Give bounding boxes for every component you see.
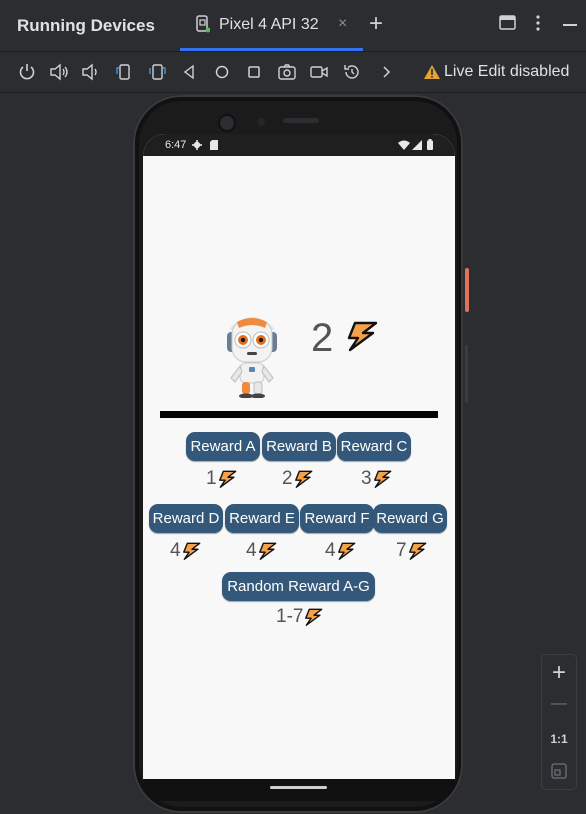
more-options-icon[interactable] [535, 14, 541, 32]
random-reward-button[interactable]: Random Reward A-G [222, 572, 375, 601]
lightning-bolt-icon [305, 608, 323, 626]
zoom-in-button[interactable]: + [542, 659, 576, 687]
lightning-bolt-icon [294, 470, 312, 488]
reset-icon[interactable] [342, 62, 362, 82]
panel-title: Running Devices [17, 16, 155, 35]
power-icon[interactable] [17, 62, 37, 82]
lightning-bolt-icon [337, 542, 355, 560]
more-chevron-icon[interactable] [376, 62, 396, 82]
reward-e-cost: 4 [246, 540, 278, 562]
lightning-bolt-icon [373, 470, 391, 488]
lightning-bolt-icon [258, 542, 276, 560]
home-icon[interactable] [212, 62, 232, 82]
reward-f-cost: 4 [325, 540, 357, 562]
warning-icon [424, 65, 440, 79]
android-status-bar: 6:47 [143, 134, 455, 156]
tab-pixel-4-api-32[interactable]: Pixel 4 API 32 × [180, 0, 363, 51]
device-screen[interactable]: 6:47 2 Reward A Reward B Reward C 1 2 3 … [143, 134, 455, 779]
tool-window-header: Running Devices Pixel 4 API 32 × + [0, 0, 586, 52]
close-tab-icon[interactable]: × [338, 15, 347, 33]
device-toolbar: Live Edit disabled [0, 52, 586, 93]
screenshot-icon[interactable] [277, 62, 297, 82]
energy-count: 2 [311, 316, 334, 360]
divider [160, 411, 438, 418]
reward-g-button[interactable]: Reward G [373, 504, 447, 533]
zoom-out-button[interactable]: — [542, 695, 576, 713]
reward-d-cost: 4 [170, 540, 202, 562]
reward-d-button[interactable]: Reward D [149, 504, 223, 533]
battery-icon [427, 139, 433, 150]
reward-e-button[interactable]: Reward E [225, 504, 299, 533]
volume-side-button[interactable] [465, 345, 468, 403]
lightning-bolt-icon [408, 542, 426, 560]
sd-card-icon [210, 140, 218, 150]
live-edit-status[interactable]: Live Edit disabled [423, 63, 569, 81]
minimize-icon[interactable] [563, 24, 577, 27]
actual-size-button[interactable]: 1:1 [542, 732, 576, 746]
live-edit-label: Live Edit disabled [444, 63, 570, 80]
signal-icon [412, 140, 422, 150]
reward-c-cost: 3 [361, 468, 393, 490]
volume-up-icon[interactable] [49, 62, 69, 82]
status-time: 6:47 [165, 139, 187, 151]
settings-gear-icon [192, 140, 202, 150]
fit-screen-icon[interactable] [551, 763, 567, 779]
rotate-left-icon[interactable] [114, 62, 134, 82]
tab-label: Pixel 4 API 32 [219, 16, 319, 33]
robot-mascot-image [227, 317, 277, 398]
window-layout-icon[interactable] [499, 14, 516, 31]
lightning-bolt-icon [218, 470, 236, 488]
reward-a-button[interactable]: Reward A [186, 432, 260, 461]
overview-icon[interactable] [244, 62, 264, 82]
rotate-right-icon[interactable] [148, 62, 168, 82]
reward-a-cost: 1 [206, 468, 238, 490]
gesture-handle[interactable] [270, 786, 327, 789]
sensor [257, 118, 265, 126]
reward-c-button[interactable]: Reward C [337, 432, 411, 461]
active-tab-indicator [180, 48, 363, 51]
random-reward-cost: 1-7 [276, 606, 324, 628]
reward-b-button[interactable]: Reward B [262, 432, 336, 461]
back-icon[interactable] [180, 62, 200, 82]
android-nav-bar [143, 779, 455, 801]
power-side-button[interactable] [465, 268, 469, 312]
volume-down-icon[interactable] [80, 62, 100, 82]
reward-f-button[interactable]: Reward F [300, 504, 374, 533]
lightning-bolt-icon [182, 542, 200, 560]
new-tab-button[interactable]: + [369, 10, 383, 38]
screen-record-icon[interactable] [309, 62, 329, 82]
reward-b-cost: 2 [282, 468, 314, 490]
reward-g-cost: 7 [396, 540, 428, 562]
zoom-controls: + — 1:1 [541, 654, 577, 790]
device-icon [196, 15, 210, 33]
front-camera [218, 114, 236, 132]
wifi-icon [398, 140, 410, 150]
earpiece [283, 118, 319, 123]
lightning-bolt-icon [347, 321, 378, 352]
